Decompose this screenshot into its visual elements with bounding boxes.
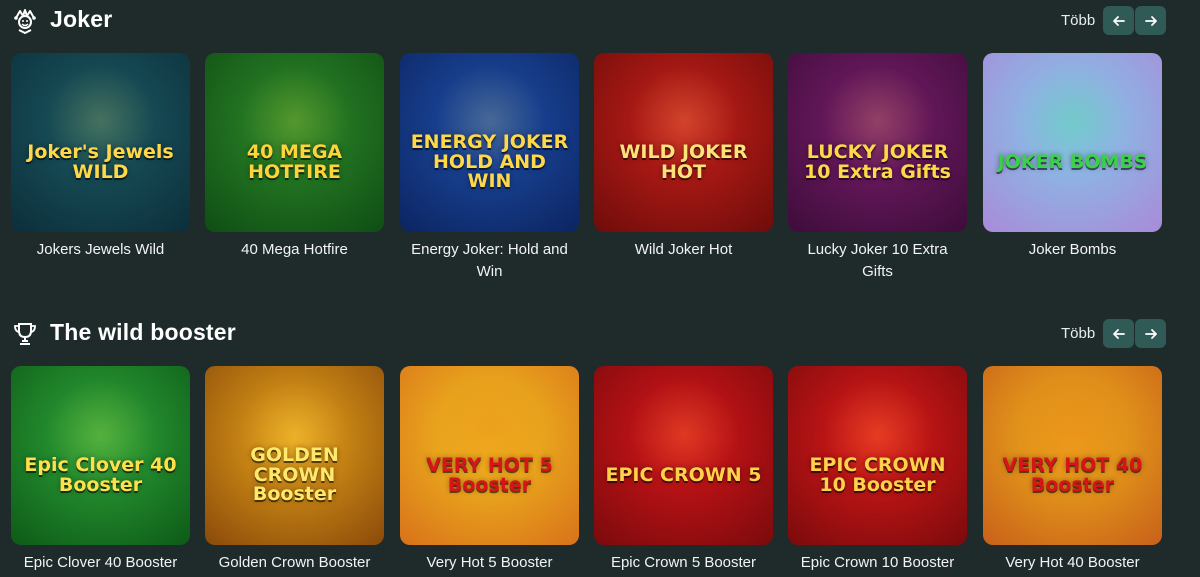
section-header: The wild booster Több [0,313,1200,355]
game-title[interactable]: Epic Crown 5 Booster [594,552,773,574]
game-card[interactable]: EPIC CROWN 10 Booster Epic Crown 10 Boost… [788,366,967,574]
game-thumbnail[interactable]: Joker's Jewels WILD [11,53,190,232]
game-thumbnail[interactable]: Epic Clover 40 Booster [11,366,190,545]
section-title: The wild booster [50,319,236,345]
game-card[interactable]: 40 MEGA HOTFIRE 40 Mega Hotfire [205,53,384,261]
game-title[interactable]: Golden Crown Booster [205,552,384,574]
game-title[interactable]: Jokers Jewels Wild [11,239,190,261]
more-link[interactable]: Több [1061,325,1095,342]
trophy-icon [12,321,38,347]
game-card[interactable]: WILD JOKER HOT Wild Joker Hot [594,53,773,261]
game-thumbnail[interactable]: EPIC CROWN 10 Booster [788,366,967,545]
game-thumbnail[interactable]: WILD JOKER HOT [594,53,773,232]
game-title[interactable]: Epic Clover 40 Booster [11,552,190,574]
game-logo-text: LUCKY JOKER 10 Extra Gifts [804,140,951,183]
prev-button[interactable] [1103,6,1134,35]
game-title[interactable]: Lucky Joker 10 Extra Gifts [788,239,967,283]
game-thumbnail[interactable]: 40 MEGA HOTFIRE [205,53,384,232]
game-card[interactable]: Epic Clover 40 Booster Epic Clover 40 Boo… [11,366,190,574]
game-card[interactable]: ENERGY JOKER HOLD AND WIN Energy Joker: H… [400,53,579,283]
game-title[interactable]: Energy Joker: Hold and Win [400,239,579,283]
game-title[interactable]: Very Hot 5 Booster [400,552,579,574]
game-card[interactable]: EPIC CROWN 5 Epic Crown 5 Booster [594,366,773,574]
game-thumbnail[interactable]: VERY HOT 40 Booster [983,366,1162,545]
arrow-left-icon [1112,15,1125,26]
game-logo-text: Epic Clover 40 Booster [24,453,177,496]
game-thumbnail[interactable]: ENERGY JOKER HOLD AND WIN [400,53,579,232]
game-title[interactable]: Wild Joker Hot [594,239,773,261]
game-title[interactable]: Joker Bombs [983,239,1162,261]
section-header: Joker Több [0,0,1200,42]
game-logo-text: 40 MEGA HOTFIRE [246,140,343,183]
next-button[interactable] [1135,6,1166,35]
game-title[interactable]: Very Hot 40 Booster [983,552,1162,574]
game-card[interactable]: VERY HOT 5 Booster Very Hot 5 Booster [400,366,579,574]
game-logo-text: Joker's Jewels WILD [27,140,174,183]
joker-icon [12,8,38,34]
game-card[interactable]: Joker's Jewels WILD Jokers Jewels Wild [11,53,190,261]
game-title[interactable]: Epic Crown 10 Booster [788,552,967,574]
game-thumbnail[interactable]: GOLDEN CROWN Booster [205,366,384,545]
game-thumbnail[interactable]: EPIC CROWN 5 [594,366,773,545]
game-title[interactable]: 40 Mega Hotfire [205,239,384,261]
game-thumbnail[interactable]: JOKER BOMBS [983,53,1162,232]
game-logo-text: JOKER BOMBS [997,150,1148,173]
game-card[interactable]: LUCKY JOKER 10 Extra Gifts Lucky Joker 10… [788,53,967,283]
prev-button[interactable] [1103,319,1134,348]
game-card[interactable]: GOLDEN CROWN Booster Golden Crown Booster [205,366,384,574]
game-thumbnail[interactable]: LUCKY JOKER 10 Extra Gifts [788,53,967,232]
section-title: Joker [50,6,113,32]
game-logo-text: WILD JOKER HOT [619,140,748,183]
more-link[interactable]: Több [1061,12,1095,29]
next-button[interactable] [1135,319,1166,348]
game-logo-text: VERY HOT 40 Booster [1002,453,1143,496]
game-logo-text: GOLDEN CROWN Booster [250,443,339,506]
arrow-right-icon [1144,15,1157,26]
arrow-right-icon [1144,328,1157,339]
game-logo-text: VERY HOT 5 Booster [426,453,553,496]
game-card[interactable]: VERY HOT 40 Booster Very Hot 40 Booster [983,366,1162,574]
joker-section: Joker Több Joker's Jewels WILD Jokers Jew… [0,0,1200,280]
game-logo-text: EPIC CROWN 10 Booster [809,453,946,496]
wild-booster-section: The wild booster Több Epic Clover 40 Boo… [0,313,1200,571]
game-logo-text: ENERGY JOKER HOLD AND WIN [410,130,569,193]
arrow-left-icon [1112,328,1125,339]
game-card[interactable]: JOKER BOMBS Joker Bombs [983,53,1162,261]
game-logo-text: EPIC CROWN 5 [605,463,762,486]
game-thumbnail[interactable]: VERY HOT 5 Booster [400,366,579,545]
